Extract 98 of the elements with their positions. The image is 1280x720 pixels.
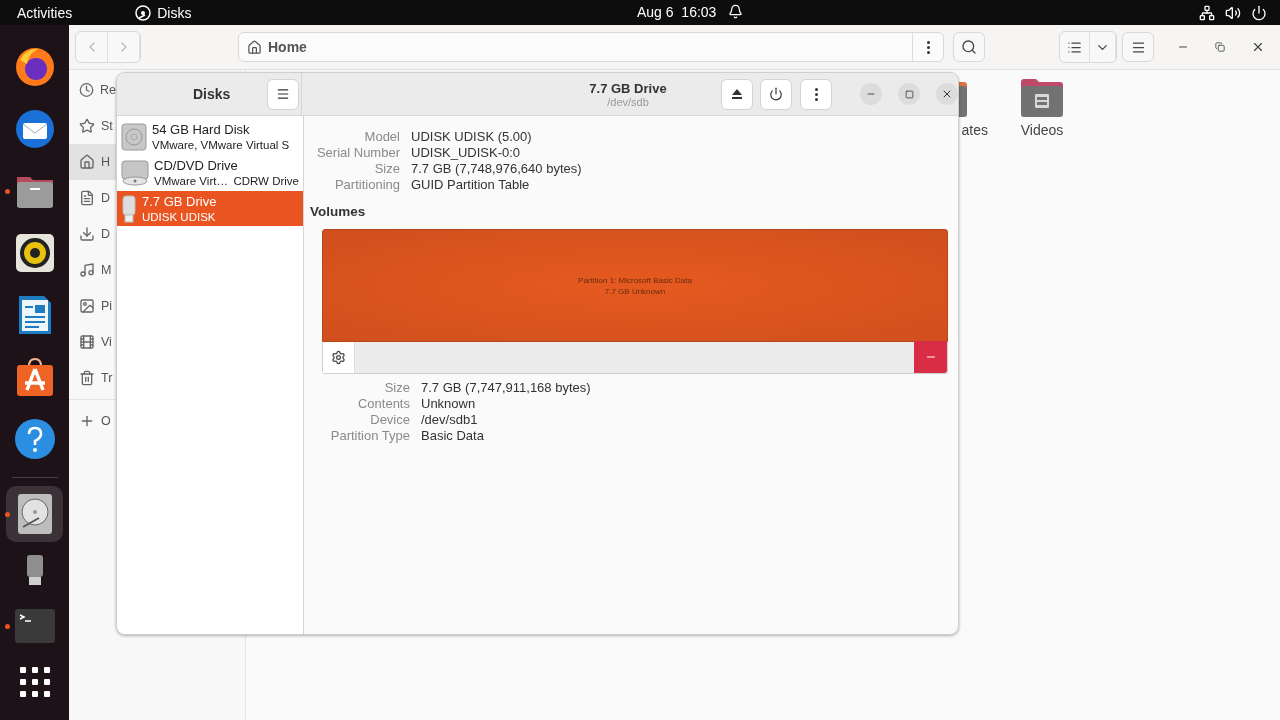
app-menu-label[interactable]: Disks	[157, 4, 192, 21]
window-title: 7.7 GB Drive	[589, 80, 667, 96]
restore-icon	[1215, 42, 1225, 52]
home-icon	[247, 39, 262, 55]
plus-icon	[79, 413, 95, 429]
sidebar-item[interactable]: St	[69, 108, 116, 144]
info-label: Model	[363, 129, 400, 145]
clock[interactable]: Aug 6 16:03	[637, 4, 717, 20]
info-value: 7.7 GB (7,747,911,168 bytes)	[421, 380, 592, 396]
search-button[interactable]	[953, 32, 985, 62]
info-value: /dev/sdb1	[421, 412, 479, 428]
music-note-icon	[79, 262, 95, 278]
drive-model: VMware Virt…	[154, 173, 228, 188]
drive-model: UDISK UDISK	[142, 209, 216, 224]
info-value: Unknown	[421, 396, 477, 412]
info-label: Contents	[356, 396, 410, 412]
info-label: Serial Number	[315, 145, 400, 161]
info-label: Partition Type	[329, 428, 410, 444]
info-value: UDISK UDISK (5.00)	[411, 129, 533, 145]
dock-item[interactable]	[6, 486, 63, 542]
film-icon	[79, 334, 95, 350]
drive-name: 54 GB Hard Disk	[152, 121, 251, 138]
menu-button[interactable]	[1122, 32, 1154, 62]
sidebar-item[interactable]: Re	[69, 72, 116, 108]
close-button[interactable]	[936, 83, 958, 105]
eject-icon	[732, 89, 742, 99]
browser-icon	[13, 46, 56, 88]
drive-type: CDRW Drive	[233, 173, 299, 188]
info-value: GUID Partition Table	[411, 177, 531, 193]
disk-icon	[135, 4, 152, 21]
location-bar[interactable]: Home	[238, 32, 944, 62]
partition-detail: 7.7 GB Unknown	[604, 285, 666, 297]
mail-icon	[13, 108, 56, 150]
menu-icon	[1130, 39, 1146, 55]
network-icon[interactable]	[1199, 4, 1215, 21]
folder-label[interactable]: ates	[961, 122, 988, 138]
bell-icon	[728, 4, 743, 19]
download-icon	[79, 226, 95, 242]
info-label: Device	[369, 412, 410, 428]
help-icon	[13, 418, 56, 460]
info-value: UDISK_UDISK-0:0	[411, 145, 522, 161]
sidebar-item[interactable]: M	[69, 252, 116, 288]
star-icon	[79, 118, 95, 134]
more-button[interactable]	[800, 78, 832, 110]
drive-name: 7.7 GB Drive	[142, 193, 218, 210]
app-grid-icon	[19, 667, 50, 697]
dots-icon	[926, 40, 930, 54]
menu-button[interactable]	[267, 78, 300, 110]
list-icon	[1067, 39, 1082, 55]
trash-icon	[79, 370, 95, 386]
speaker-icon	[14, 233, 55, 273]
drive-model: VMware, VMware Virtual S	[152, 137, 290, 152]
close-icon	[941, 88, 953, 100]
sidebar-item[interactable]: Vi	[69, 324, 116, 360]
sidebar-item[interactable]: O	[69, 403, 116, 439]
maximize-icon	[904, 89, 914, 99]
clock-icon	[79, 82, 94, 98]
close-icon	[1251, 40, 1265, 54]
power-icon[interactable]	[1251, 4, 1267, 21]
eject-button[interactable]	[721, 78, 753, 110]
volumes-heading: Volumes	[310, 204, 367, 219]
info-label: Size	[373, 161, 400, 177]
terminal-icon	[13, 608, 56, 644]
search-icon	[961, 39, 977, 55]
drive-item[interactable]: 54 GB Hard Disk VMware, VMware Virtual S	[117, 119, 303, 154]
maximize-button[interactable]	[898, 83, 920, 105]
gear-icon	[331, 350, 346, 365]
settings-button[interactable]	[323, 342, 355, 373]
partition-name: Partition 1: Microsoft Basic Data	[578, 274, 692, 286]
info-label: Partitioning	[333, 177, 400, 193]
info-value: Basic Data	[421, 428, 485, 444]
drive-name: CD/DVD Drive	[154, 157, 239, 174]
usb-drive-icon	[121, 194, 137, 223]
drive-item[interactable]: 7.7 GB Drive UDISK UDISK	[117, 191, 303, 226]
activities-button[interactable]: Activities	[0, 4, 90, 21]
drive-item[interactable]: CD/DVD Drive VMware Virt… CDRW Drive	[117, 155, 303, 190]
dots-icon	[814, 87, 818, 101]
sidebar-item[interactable]: H	[69, 144, 116, 180]
volume-icon[interactable]	[1225, 4, 1241, 21]
menu-icon	[276, 87, 291, 101]
info-value: 7.7 GB (7,748,976,640 bytes)	[411, 161, 583, 177]
usb-drive-icon	[24, 554, 45, 586]
power-icon	[769, 87, 783, 101]
sidebar-title: Disks	[193, 86, 231, 102]
sidebar-item[interactable]: D	[69, 216, 116, 252]
optical-drive-icon	[121, 158, 149, 187]
info-label: Size	[383, 380, 410, 396]
document-icon	[16, 294, 53, 336]
sidebar-item[interactable]: Tr	[69, 360, 116, 396]
power-button[interactable]	[760, 78, 792, 110]
window-subtitle: /dev/sdb	[607, 95, 649, 108]
location-text: Home	[268, 39, 307, 55]
sidebar-item[interactable]: D	[69, 180, 116, 216]
sidebar-item[interactable]: Pi	[69, 288, 116, 324]
picture-icon	[79, 298, 95, 314]
home-icon	[79, 154, 95, 170]
document-icon	[79, 190, 95, 206]
folder-label[interactable]: Videos	[1020, 122, 1064, 138]
